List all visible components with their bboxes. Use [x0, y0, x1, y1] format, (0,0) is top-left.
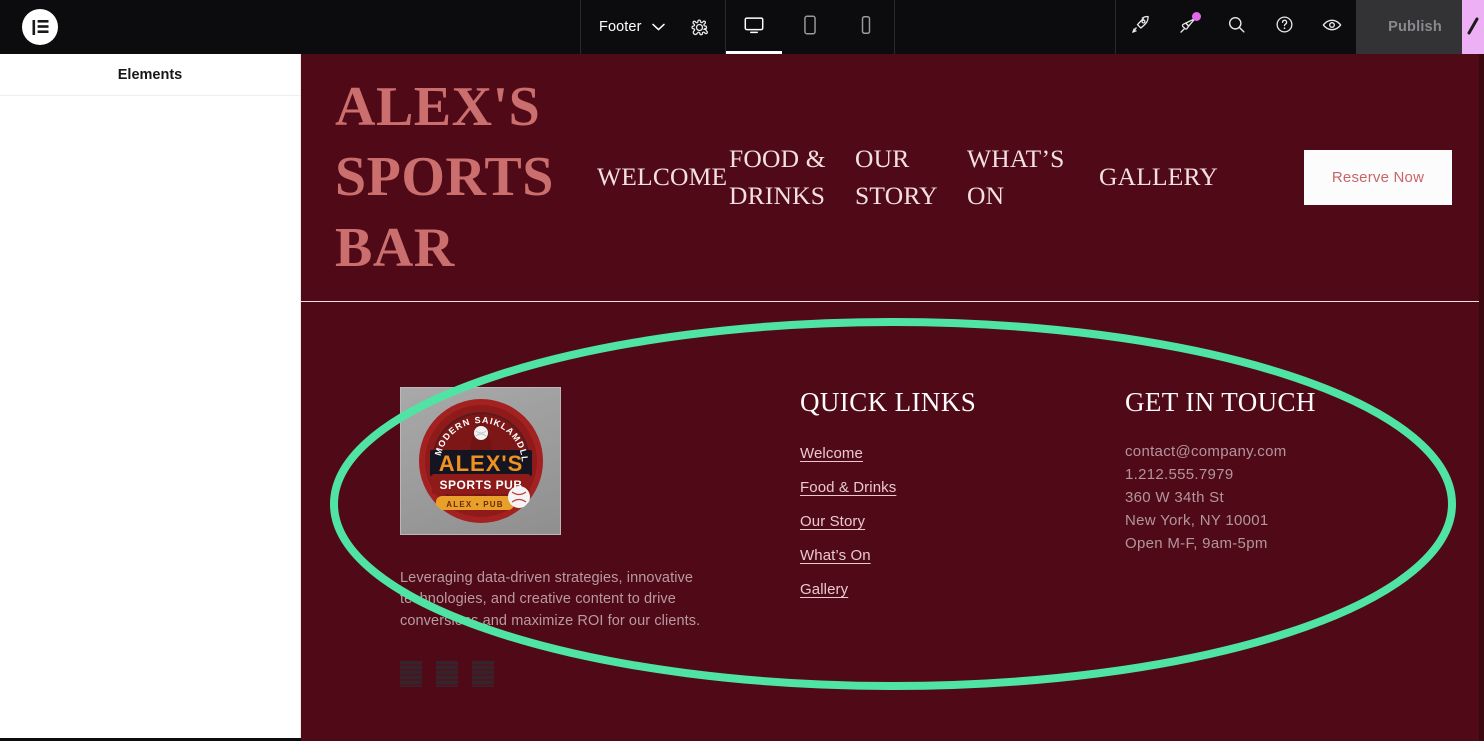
footer-logo-image[interactable]: ALEX'S SPORTS PUB ALEX • PUB MODERN SAIK… [400, 387, 561, 535]
canvas-right-edge [1479, 54, 1484, 741]
site-main-nav: WELCOME FOOD & DRINKS OUR STORY WHAT’S O… [597, 141, 1304, 213]
search-icon [1226, 14, 1247, 40]
tablet-icon [799, 14, 821, 41]
document-name: Footer [599, 19, 642, 35]
contact-details-list: contact@company.com 1.212.555.7979 360 W… [1125, 443, 1425, 552]
quick-links-list: Welcome Food & Drinks Our Story What’s O… [800, 445, 1125, 598]
launchpad-button[interactable] [1116, 0, 1164, 54]
editor-topbar: Footer Publish [0, 0, 1484, 54]
quick-link-gallery[interactable]: Gallery [800, 581, 848, 598]
site-header: ALEX'S SPORTS BAR WELCOME FOOD & DRINKS … [301, 54, 1479, 302]
publish-button[interactable]: Publish [1356, 0, 1474, 54]
contact-phone: 1.212.555.7979 [1125, 466, 1234, 483]
svg-text:SPORTS PUB: SPORTS PUB [439, 478, 522, 492]
nav-item-welcome[interactable]: WELCOME [597, 159, 729, 195]
svg-text:ALEX • PUB: ALEX • PUB [446, 500, 503, 509]
quick-link-food-and-drinks[interactable]: Food & Drinks [800, 479, 896, 496]
device-mode-switcher [726, 0, 894, 54]
elementor-logo-icon[interactable] [22, 9, 58, 45]
contact-street: 360 W 34th St [1125, 489, 1224, 506]
footer-description: Leveraging data-driven strategies, innov… [400, 570, 701, 629]
contact-email: contact@company.com [1125, 443, 1287, 460]
notifications-button[interactable] [1164, 0, 1212, 54]
social-icon-placeholder-1[interactable] [400, 661, 422, 688]
quick-link-our-story[interactable]: Our Story [800, 513, 865, 530]
svg-text:ALEX'S: ALEX'S [438, 451, 523, 476]
device-mobile-button[interactable] [838, 0, 894, 54]
contact-hours: Open M-F, 9am-5pm [1125, 535, 1268, 552]
mobile-icon [855, 14, 877, 41]
help-button[interactable] [1260, 0, 1308, 54]
nav-item-our-story[interactable]: OUR STORY [855, 141, 967, 213]
preview-button[interactable] [1308, 0, 1356, 54]
gear-icon[interactable] [687, 14, 713, 40]
site-brand-title[interactable]: ALEX'S SPORTS BAR [335, 72, 597, 284]
nav-item-whats-on[interactable]: WHAT’S ON [967, 141, 1099, 213]
notification-badge-dot [1192, 12, 1201, 21]
get-in-touch-heading: GET IN TOUCH [1125, 387, 1316, 417]
publish-label: Publish [1388, 19, 1442, 35]
question-circle-icon [1274, 14, 1295, 40]
desktop-icon [743, 14, 765, 41]
elementor-editor-window: Footer Publish Elements ALEX'S SPORTS BA… [0, 0, 1484, 741]
nav-item-food-and-drinks[interactable]: FOOD & DRINKS [729, 141, 855, 213]
social-icon-placeholder-3[interactable] [472, 661, 494, 688]
social-icon-placeholder-2[interactable] [436, 661, 458, 688]
topbar-actions: Publish [1116, 0, 1484, 54]
reserve-now-label: Reserve Now [1331, 169, 1425, 186]
document-selector[interactable]: Footer [581, 0, 725, 54]
contact-city: New York, NY 10001 [1125, 512, 1269, 529]
quick-link-whats-on[interactable]: What’s On [800, 547, 871, 564]
quick-links-heading: QUICK LINKS [800, 387, 977, 417]
footer-quick-links-column: QUICK LINKS Welcome Food & Drinks Our St… [800, 387, 1125, 740]
footer-get-in-touch-column: GET IN TOUCH contact@company.com 1.212.5… [1125, 387, 1425, 740]
panel-header: Elements [0, 54, 300, 96]
footer-brand-column: ALEX'S SPORTS PUB ALEX • PUB MODERN SAIK… [400, 387, 800, 740]
site-canvas: ALEX'S SPORTS BAR WELCOME FOOD & DRINKS … [301, 54, 1479, 741]
rocket-icon [1130, 14, 1151, 40]
topbar-left-section [0, 0, 580, 54]
panel-body-empty [0, 96, 300, 737]
finder-search-button[interactable] [1212, 0, 1260, 54]
chevron-down-icon[interactable] [651, 23, 665, 31]
reserve-now-button[interactable]: Reserve Now [1304, 150, 1452, 205]
device-desktop-button[interactable] [726, 0, 782, 54]
device-tablet-button[interactable] [782, 0, 838, 54]
nav-item-gallery[interactable]: GALLERY [1099, 159, 1259, 195]
site-footer: ALEX'S SPORTS PUB ALEX • PUB MODERN SAIK… [301, 302, 1479, 740]
eye-icon [1321, 14, 1343, 41]
mouse-cursor-overlay [1462, 0, 1484, 54]
sports-pub-badge-icon: ALEX'S SPORTS PUB ALEX • PUB MODERN SAIK… [418, 399, 543, 523]
footer-social-icons [400, 661, 800, 688]
quick-link-welcome[interactable]: Welcome [800, 445, 863, 462]
elements-panel: Elements [0, 54, 301, 738]
panel-title: Elements [117, 66, 183, 83]
